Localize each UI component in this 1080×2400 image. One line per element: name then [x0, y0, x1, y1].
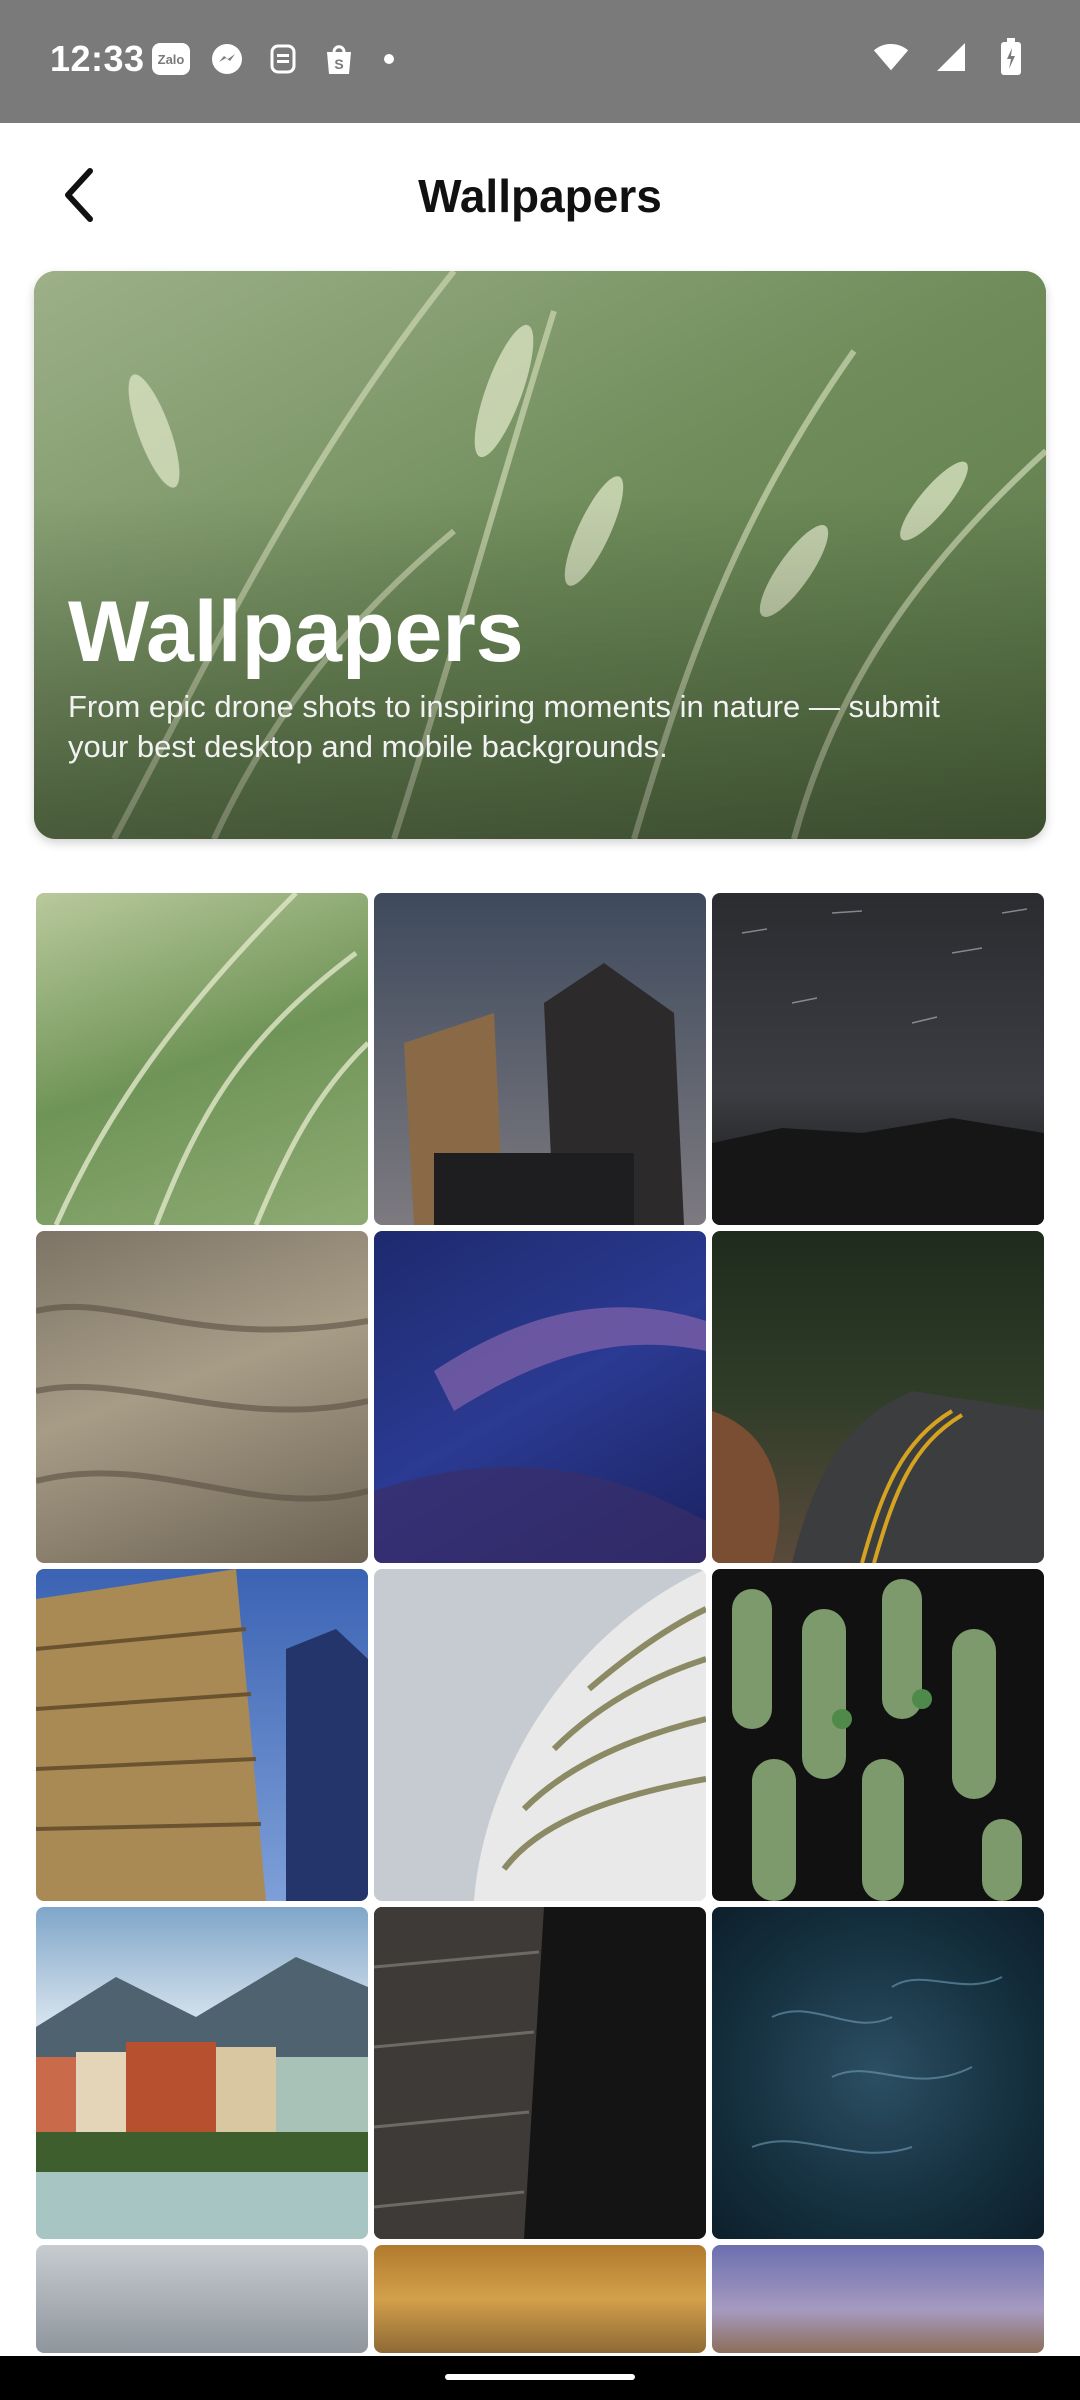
wallpaper-tile-colorful-houses[interactable]	[36, 1907, 368, 2239]
zalo-icon: Zalo	[152, 43, 190, 75]
curved-facade-image	[474, 1569, 706, 1901]
wallpaper-tile-wheat[interactable]	[36, 893, 368, 1225]
wallpaper-tile-ocean[interactable]	[712, 1907, 1044, 2239]
forest-road-image	[712, 1391, 1044, 1563]
shopee-icon: S	[320, 40, 358, 78]
messenger-icon	[208, 40, 246, 78]
desert-hills-image	[36, 1303, 368, 1502]
dark-building-image	[374, 1907, 544, 2239]
wallpaper-tile-cactus[interactable]	[712, 1569, 1044, 1901]
colorful-houses-image	[36, 1957, 368, 2239]
wallpaper-tile-sunset[interactable]	[374, 2245, 706, 2353]
status-time: 12:33	[50, 38, 145, 79]
hero-title: Wallpapers	[68, 584, 524, 680]
notification-icons: Zalo S	[152, 40, 394, 78]
golden-tower-image	[36, 1569, 368, 1901]
hero-banner[interactable]: Wallpapers From epic drone shots to insp…	[34, 271, 1046, 839]
wallpaper-tile-desert-hills[interactable]	[36, 1231, 368, 1563]
home-gesture-handle[interactable]	[445, 2374, 635, 2380]
cactus-image	[732, 1579, 1022, 1901]
wallpaper-tile-skyscrapers[interactable]	[374, 893, 706, 1225]
page-title: Wallpapers	[418, 170, 662, 222]
wallpaper-tile-twilight-castle[interactable]	[712, 2245, 1044, 2353]
status-bar: 12:33 Zalo S	[0, 0, 1080, 123]
wallpaper-tile-star-trails[interactable]	[712, 893, 1044, 1225]
system-icons	[872, 38, 1030, 76]
wallpaper-tile-blue-dunes[interactable]	[374, 1231, 706, 1563]
ocean-image	[751, 1976, 1003, 2154]
battery-icon	[992, 38, 1030, 76]
wallpaper-tile-golden-tower[interactable]	[36, 1569, 368, 1901]
wheat-image	[53, 893, 368, 1225]
more-notifications-dot	[384, 54, 394, 64]
wifi-icon	[872, 38, 910, 76]
app-screen: 12:33 Zalo S Wallpapers Wallpapers From …	[0, 0, 1080, 2400]
wallpaper-tile-dark-building[interactable]	[374, 1907, 706, 2239]
skyscrapers-image	[404, 963, 684, 1225]
wallpaper-tile-forest-road[interactable]	[712, 1231, 1044, 1563]
wallpaper-tile-clouds[interactable]	[36, 2245, 368, 2353]
wallpaper-tile-curved-facade[interactable]	[374, 1569, 706, 1901]
star-trails-image	[712, 908, 1044, 1225]
blue-dunes-image	[374, 1307, 706, 1563]
app-header: Wallpapers	[0, 123, 1080, 271]
shield-icon	[264, 40, 302, 78]
signal-icon	[932, 38, 970, 76]
hero-description: From epic drone shots to inspiring momen…	[68, 689, 940, 764]
system-navigation-bar	[0, 2356, 1080, 2400]
svg-text:S: S	[334, 56, 343, 72]
